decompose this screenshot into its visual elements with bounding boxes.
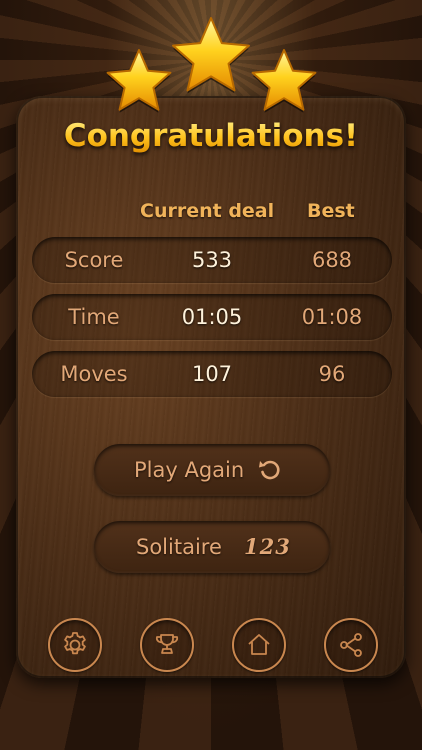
home-button[interactable]	[232, 618, 286, 672]
stat-best-value: 01:08	[301, 305, 363, 329]
stat-best-value: 688	[311, 248, 353, 272]
solitaire-label: Solitaire	[136, 535, 222, 559]
stat-row-moves: Moves 107 96	[32, 351, 392, 397]
stat-label: Score	[64, 248, 124, 272]
share-icon	[340, 633, 362, 657]
numbers-123-icon: 123	[244, 534, 291, 559]
play-again-button[interactable]: Play Again	[94, 444, 330, 496]
header-current-deal: Current deal	[140, 200, 275, 222]
header-best: Best	[307, 200, 355, 222]
solitaire-button[interactable]: Solitaire 123	[94, 521, 330, 573]
home-icon	[248, 634, 270, 655]
stat-row-time: Time 01:05 01:08	[32, 294, 392, 340]
stat-current-value: 533	[191, 248, 233, 272]
restart-icon	[259, 460, 280, 480]
play-again-label: Play Again	[134, 458, 245, 482]
settings-icon	[64, 632, 86, 655]
star-icon	[172, 17, 250, 92]
share-button[interactable]	[324, 618, 378, 672]
trophy-icon	[155, 634, 179, 654]
stat-current-value: 01:05	[181, 305, 243, 329]
trophy-button[interactable]	[140, 618, 194, 672]
settings-button[interactable]	[48, 618, 102, 672]
stat-row-score: Score 533 688	[32, 237, 392, 283]
stat-current-value: 107	[191, 362, 233, 386]
congratulations-title: Congratulations!	[0, 118, 422, 154]
stat-label: Time	[68, 305, 120, 329]
stat-best-value: 96	[318, 362, 346, 386]
star-rating	[106, 17, 317, 113]
stat-label: Moves	[60, 362, 128, 386]
